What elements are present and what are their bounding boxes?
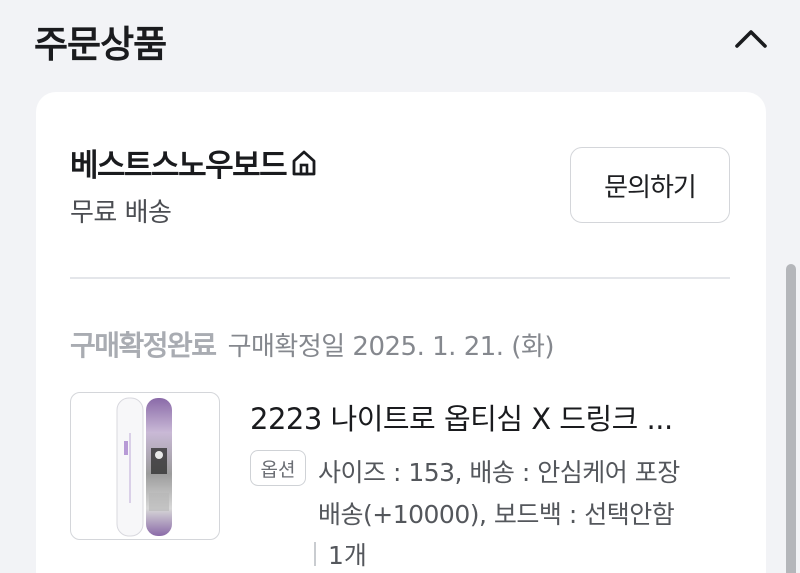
quantity-separator bbox=[314, 542, 316, 566]
store-name: 베스트스노우보드 bbox=[70, 148, 288, 184]
product-title[interactable]: 2223 나이트로 옵티심 X 드링크 ... bbox=[250, 396, 750, 438]
option-detail-line: 배송(+10000), 보드백 : 선택안함 bbox=[318, 500, 675, 529]
home-icon bbox=[288, 147, 320, 179]
quantity: 1개 bbox=[328, 541, 367, 570]
product-thumbnail[interactable] bbox=[70, 392, 220, 540]
confirm-date: 구매확정일 2025. 1. 21. (화) bbox=[227, 332, 555, 362]
chevron-up-icon bbox=[735, 30, 767, 48]
order-status: 구매확정완료 bbox=[70, 329, 217, 362]
order-card: 베스트스노우보드 무료 배송 문의하기 구매확정완료 구매확정일 2025. 1… bbox=[36, 92, 766, 573]
quantity-row: 1개 bbox=[314, 536, 367, 572]
section-title: 주문상품 bbox=[34, 23, 167, 66]
shipping-info: 무료 배송 bbox=[70, 198, 172, 228]
scrollbar[interactable] bbox=[786, 264, 796, 573]
order-products-header[interactable]: 주문상품 bbox=[0, 0, 800, 80]
collapse-button[interactable] bbox=[728, 18, 774, 58]
option-detail-line: 사이즈 : 153, 배송 : 안심케어 포장 bbox=[318, 458, 680, 487]
order-status-row: 구매확정완료 구매확정일 2025. 1. 21. (화) bbox=[70, 324, 555, 364]
divider bbox=[70, 277, 730, 279]
option-badge: 옵션 bbox=[250, 450, 306, 486]
order-products-page: 주문상품 베스트스노우보드 무료 배송 문의하기 구매확정완료 구매확정일 20… bbox=[0, 0, 800, 573]
store-link[interactable]: 베스트스노우보드 bbox=[70, 140, 320, 185]
inquiry-button[interactable]: 문의하기 bbox=[570, 147, 730, 223]
